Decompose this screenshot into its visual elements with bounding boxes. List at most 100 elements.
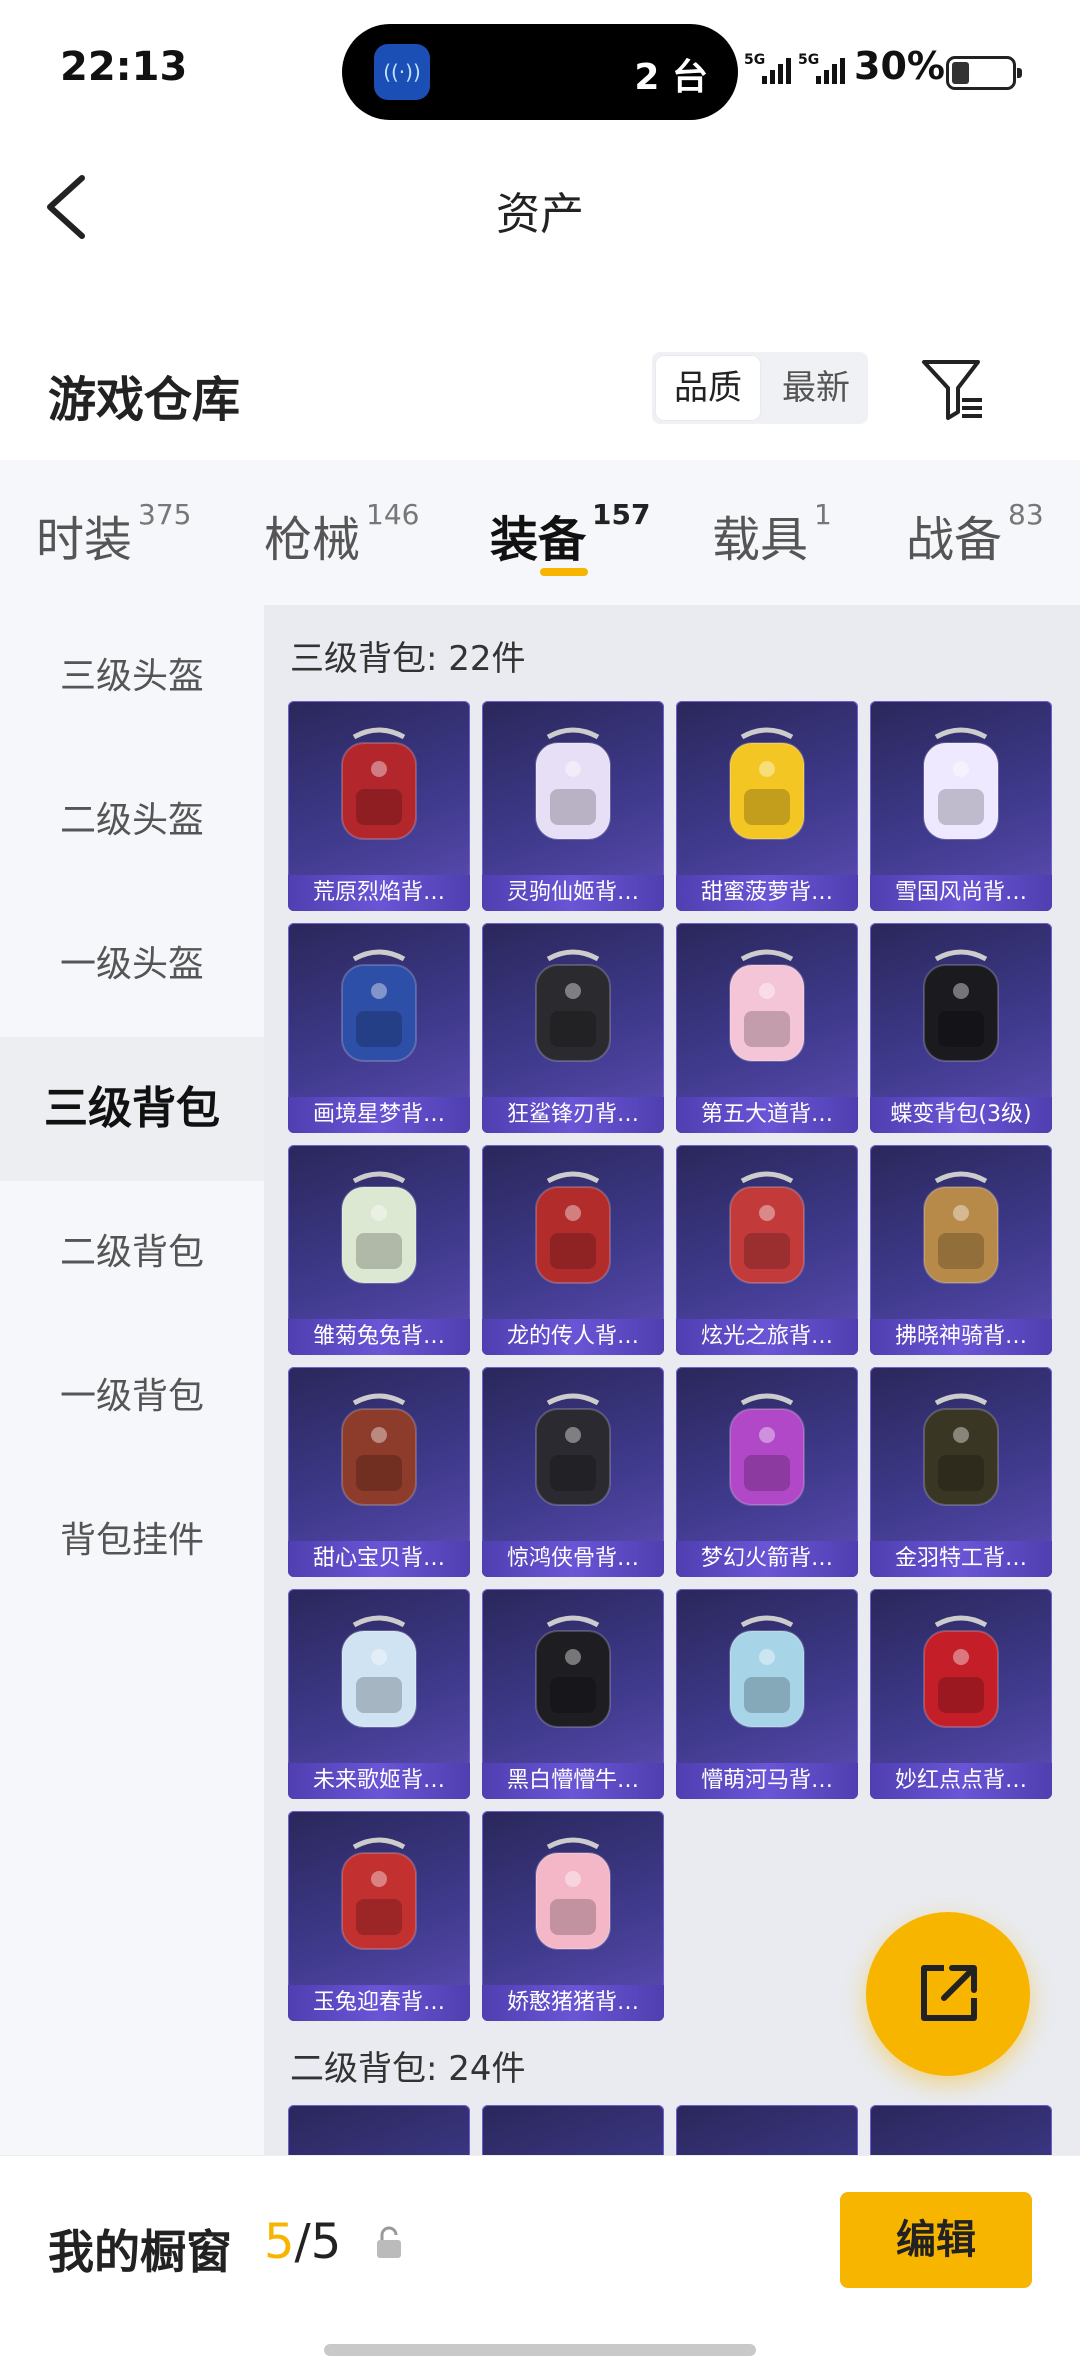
battery-icon: [946, 56, 1022, 90]
signal-icon: [762, 58, 791, 84]
tab-weapons[interactable]: 枪械 146: [264, 498, 419, 570]
backpack-icon: [729, 727, 805, 840]
item-card[interactable]: 灵驹仙姬背…: [482, 701, 664, 911]
sidebar-item-helmet-2[interactable]: 二级头盔: [0, 749, 264, 893]
backpack-icon: [535, 1393, 611, 1506]
backpack-icon: [729, 1171, 805, 1284]
item-card[interactable]: 玉兔迎春背…: [288, 1811, 470, 2021]
sort-quality[interactable]: 品质: [656, 356, 760, 420]
battery-percent: 30%: [854, 44, 945, 88]
backpack-icon: [341, 727, 417, 840]
signal-icon-2: [816, 58, 845, 84]
nav-bar: 资产: [0, 140, 1080, 270]
item-card[interactable]: 甜蜜菠萝背…: [676, 701, 858, 911]
backpack-icon: [729, 1615, 805, 1728]
item-name: 懵萌河马背…: [676, 1763, 858, 1799]
item-card[interactable]: 雪国风尚背…: [870, 701, 1052, 911]
item-name: 雪国风尚背…: [870, 875, 1052, 911]
backpack-icon: [535, 1171, 611, 1284]
sidebar-item-helmet-3[interactable]: 三级头盔: [0, 605, 264, 749]
sort-segmented-control: 品质 最新: [652, 352, 868, 424]
item-name: 灵驹仙姬背…: [482, 875, 664, 911]
item-name: 金羽特工背…: [870, 1541, 1052, 1577]
sidebar-item-backpack-pendant[interactable]: 背包挂件: [0, 1469, 264, 1613]
backpack-icon: [535, 1837, 611, 1950]
item-card[interactable]: 第五大道背…: [676, 923, 858, 1133]
subcategory-sidebar: 三级头盔 二级头盔 一级头盔 三级背包 二级背包 一级背包 背包挂件: [0, 605, 264, 2155]
warehouse-title: 游戏仓库: [48, 372, 241, 428]
share-button[interactable]: [866, 1912, 1030, 2076]
item-name: 画境星梦背…: [288, 1097, 470, 1133]
dynamic-island[interactable]: ((·)) 2 台: [342, 24, 738, 120]
item-name: 第五大道背…: [676, 1097, 858, 1133]
showcase-label: 我的橱窗: [48, 2225, 232, 2279]
backpack-icon: [341, 949, 417, 1062]
backpack-icon: [729, 949, 805, 1062]
edit-button[interactable]: 编辑: [840, 2192, 1032, 2288]
sidebar-item-backpack-2[interactable]: 二级背包: [0, 1181, 264, 1325]
item-card[interactable]: 拂晓神骑背…: [870, 1145, 1052, 1355]
item-card[interactable]: [870, 2105, 1052, 2155]
warehouse-header: 游戏仓库 品质 最新: [0, 320, 1080, 460]
tab-fashion[interactable]: 时装 375: [36, 498, 191, 570]
island-count: 2 台: [634, 57, 708, 98]
backpack-icon: [535, 949, 611, 1062]
status-bar: 22:13 ((·)) 2 台 5G 5G 30%: [0, 0, 1080, 140]
status-time: 22:13: [60, 44, 188, 90]
item-card[interactable]: [676, 2105, 858, 2155]
section-title-backpack-3: 三级背包: 22件: [290, 639, 526, 679]
item-card[interactable]: 狂鲨锋刃背…: [482, 923, 664, 1133]
tab-gear[interactable]: 战备 83: [906, 498, 1044, 570]
item-card[interactable]: 画境星梦背…: [288, 923, 470, 1133]
item-name: 玉兔迎春背…: [288, 1985, 470, 2021]
backpack-icon: [729, 1393, 805, 1506]
backpack-icon: [535, 727, 611, 840]
filter-icon[interactable]: [918, 352, 988, 424]
category-tabs: 时装 375 枪械 146 装备 157 载具 1 战备 83: [0, 460, 1080, 605]
lock-icon: [377, 2226, 401, 2258]
sort-newest[interactable]: 最新: [764, 352, 868, 424]
sidebar-item-backpack-1[interactable]: 一级背包: [0, 1325, 264, 1469]
item-card[interactable]: 娇憨猪猪背…: [482, 1811, 664, 2021]
item-name: 龙的传人背…: [482, 1319, 664, 1355]
item-name: 妙红点点背…: [870, 1763, 1052, 1799]
item-card[interactable]: 雏菊兔兔背…: [288, 1145, 470, 1355]
item-card[interactable]: 惊鸿侠骨背…: [482, 1367, 664, 1577]
item-name: 甜心宝贝背…: [288, 1541, 470, 1577]
item-card[interactable]: 妙红点点背…: [870, 1589, 1052, 1799]
item-name: 娇憨猪猪背…: [482, 1985, 664, 2021]
item-card[interactable]: 黑白懵懵牛…: [482, 1589, 664, 1799]
item-card[interactable]: 梦幻火箭背…: [676, 1367, 858, 1577]
item-name: 荒原烈焰背…: [288, 875, 470, 911]
item-name: 梦幻火箭背…: [676, 1541, 858, 1577]
item-card[interactable]: [288, 2105, 470, 2155]
item-card[interactable]: [482, 2105, 664, 2155]
item-name: 甜蜜菠萝背…: [676, 875, 858, 911]
backpack-icon: [341, 1615, 417, 1728]
tab-vehicles[interactable]: 载具 1: [712, 498, 832, 570]
item-card[interactable]: 金羽特工背…: [870, 1367, 1052, 1577]
item-name: 黑白懵懵牛…: [482, 1763, 664, 1799]
page-title: 资产: [496, 189, 584, 240]
item-name: 蝶变背包(3级): [870, 1097, 1052, 1133]
home-indicator: [324, 2344, 756, 2356]
item-name: 拂晓神骑背…: [870, 1319, 1052, 1355]
tab-equipment[interactable]: 装备 157: [490, 498, 650, 570]
backpack-icon: [341, 1171, 417, 1284]
backpack-icon: [341, 1837, 417, 1950]
backpack-icon: [923, 1615, 999, 1728]
item-card[interactable]: 龙的传人背…: [482, 1145, 664, 1355]
item-card[interactable]: 炫光之旅背…: [676, 1145, 858, 1355]
sidebar-item-backpack-3[interactable]: 三级背包: [0, 1037, 264, 1181]
showcase-count: 5/5: [264, 2214, 342, 2270]
sidebar-item-helmet-1[interactable]: 一级头盔: [0, 893, 264, 1037]
item-card[interactable]: 甜心宝贝背…: [288, 1367, 470, 1577]
showcase-bar: 我的橱窗 5/5 编辑: [0, 2155, 1080, 2376]
item-card[interactable]: 荒原烈焰背…: [288, 701, 470, 911]
item-name: 狂鲨锋刃背…: [482, 1097, 664, 1133]
item-card[interactable]: 懵萌河马背…: [676, 1589, 858, 1799]
item-name: 炫光之旅背…: [676, 1319, 858, 1355]
backpack-icon: [341, 1393, 417, 1506]
item-card[interactable]: 未来歌姬背…: [288, 1589, 470, 1799]
item-card[interactable]: 蝶变背包(3级): [870, 923, 1052, 1133]
